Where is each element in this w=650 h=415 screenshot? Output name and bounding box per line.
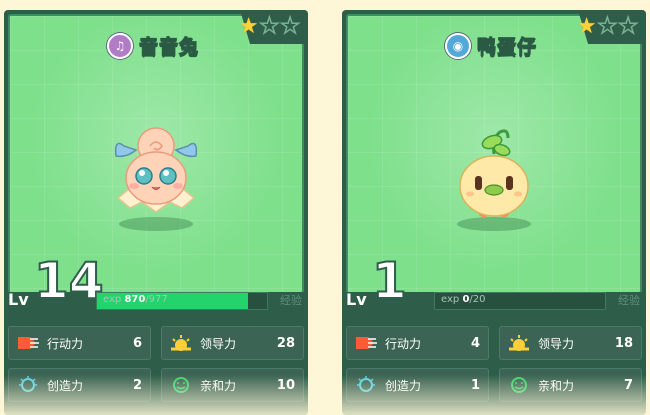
- stat-value: 2: [132, 377, 142, 393]
- speed-icon: [353, 332, 379, 354]
- stat-value: 6: [132, 335, 142, 351]
- star-empty-icon: ★: [597, 14, 618, 39]
- stat-label: 行动力: [47, 336, 84, 351]
- yinyintu-sprite: [114, 127, 198, 213]
- exp-label: exp: [103, 294, 122, 305]
- stat-value: 1: [470, 377, 480, 393]
- leadership-icon: [506, 332, 532, 354]
- exp-button-label[interactable]: 经验: [280, 292, 302, 308]
- star-filled-icon: ★: [238, 14, 259, 39]
- affinity-icon: [168, 374, 194, 396]
- rarity-stars: ★ ★ ★: [576, 14, 639, 39]
- level-number: 14: [33, 252, 105, 310]
- stat-affinity: 亲和力 10: [161, 368, 304, 402]
- exp-max: /20: [469, 294, 486, 305]
- level-label: Lv: [8, 290, 29, 309]
- yadanzai-sprite: [459, 129, 529, 218]
- stat-creativity: 创造力 2: [8, 368, 151, 402]
- star-empty-icon: ★: [280, 14, 301, 39]
- exp-text: exp 0/20: [441, 294, 486, 305]
- pet-name: 鸭蛋仔: [476, 36, 538, 59]
- level-number: 1: [371, 252, 408, 310]
- stat-creativity: 创造力 1: [346, 368, 489, 402]
- stat-label: 领导力: [538, 336, 575, 351]
- creativity-icon: [353, 374, 379, 396]
- pet-card[interactable]: ♫ 音音兔 ★ ★ ★ Lv 14 exp 870/977 经验 行动力 6 领…: [4, 10, 308, 415]
- stats-grid: 行动力 4 领导力 18 创造力 1 亲和力 7: [346, 326, 642, 402]
- exp-text: exp 870/977: [103, 294, 168, 305]
- exp-max: /977: [145, 294, 168, 305]
- leadership-icon: [168, 332, 194, 354]
- creativity-icon: [15, 374, 41, 396]
- stat-speed: 行动力 4: [346, 326, 489, 360]
- exp-label: exp: [441, 294, 460, 305]
- stat-value: 28: [276, 335, 295, 351]
- stat-value: 10: [276, 377, 295, 393]
- stat-value: 18: [614, 335, 633, 351]
- stat-label: 领导力: [200, 336, 237, 351]
- exp-bar: exp 0/20: [434, 292, 606, 310]
- stat-label: 亲和力: [200, 378, 237, 393]
- stat-leadership: 领导力 28: [161, 326, 304, 360]
- stat-label: 创造力: [47, 378, 84, 393]
- stat-value: 7: [623, 377, 633, 393]
- pet-title: ◉ 鸭蛋仔: [443, 30, 545, 61]
- speed-icon: [15, 332, 41, 354]
- stat-label: 创造力: [385, 378, 422, 393]
- pet-name: 音音兔: [138, 36, 200, 59]
- rarity-stars: ★ ★ ★: [238, 14, 301, 39]
- exp-button-label[interactable]: 经验: [618, 292, 640, 308]
- star-empty-icon: ★: [259, 14, 280, 39]
- star-filled-icon: ★: [576, 14, 597, 39]
- stat-affinity: 亲和力 7: [499, 368, 642, 402]
- stat-label: 行动力: [385, 336, 422, 351]
- pet-title: ♫ 音音兔: [105, 30, 207, 61]
- exp-current: 870: [124, 294, 146, 305]
- exp-bar: exp 870/977: [96, 292, 268, 310]
- stat-speed: 行动力 6: [8, 326, 151, 360]
- stat-label: 亲和力: [538, 378, 575, 393]
- stats-grid: 行动力 6 领导力 28 创造力 2 亲和力 10: [8, 326, 304, 402]
- stat-value: 4: [470, 335, 480, 351]
- star-empty-icon: ★: [618, 14, 639, 39]
- water-type-icon: ◉: [444, 32, 471, 59]
- level-label: Lv: [346, 290, 367, 309]
- music-type-icon: ♫: [106, 32, 133, 59]
- affinity-icon: [506, 374, 532, 396]
- pet-card[interactable]: ◉ 鸭蛋仔 ★ ★ ★ Lv 1 exp 0/20 经验 行动力 4 领导力 1…: [342, 10, 646, 415]
- stat-leadership: 领导力 18: [499, 326, 642, 360]
